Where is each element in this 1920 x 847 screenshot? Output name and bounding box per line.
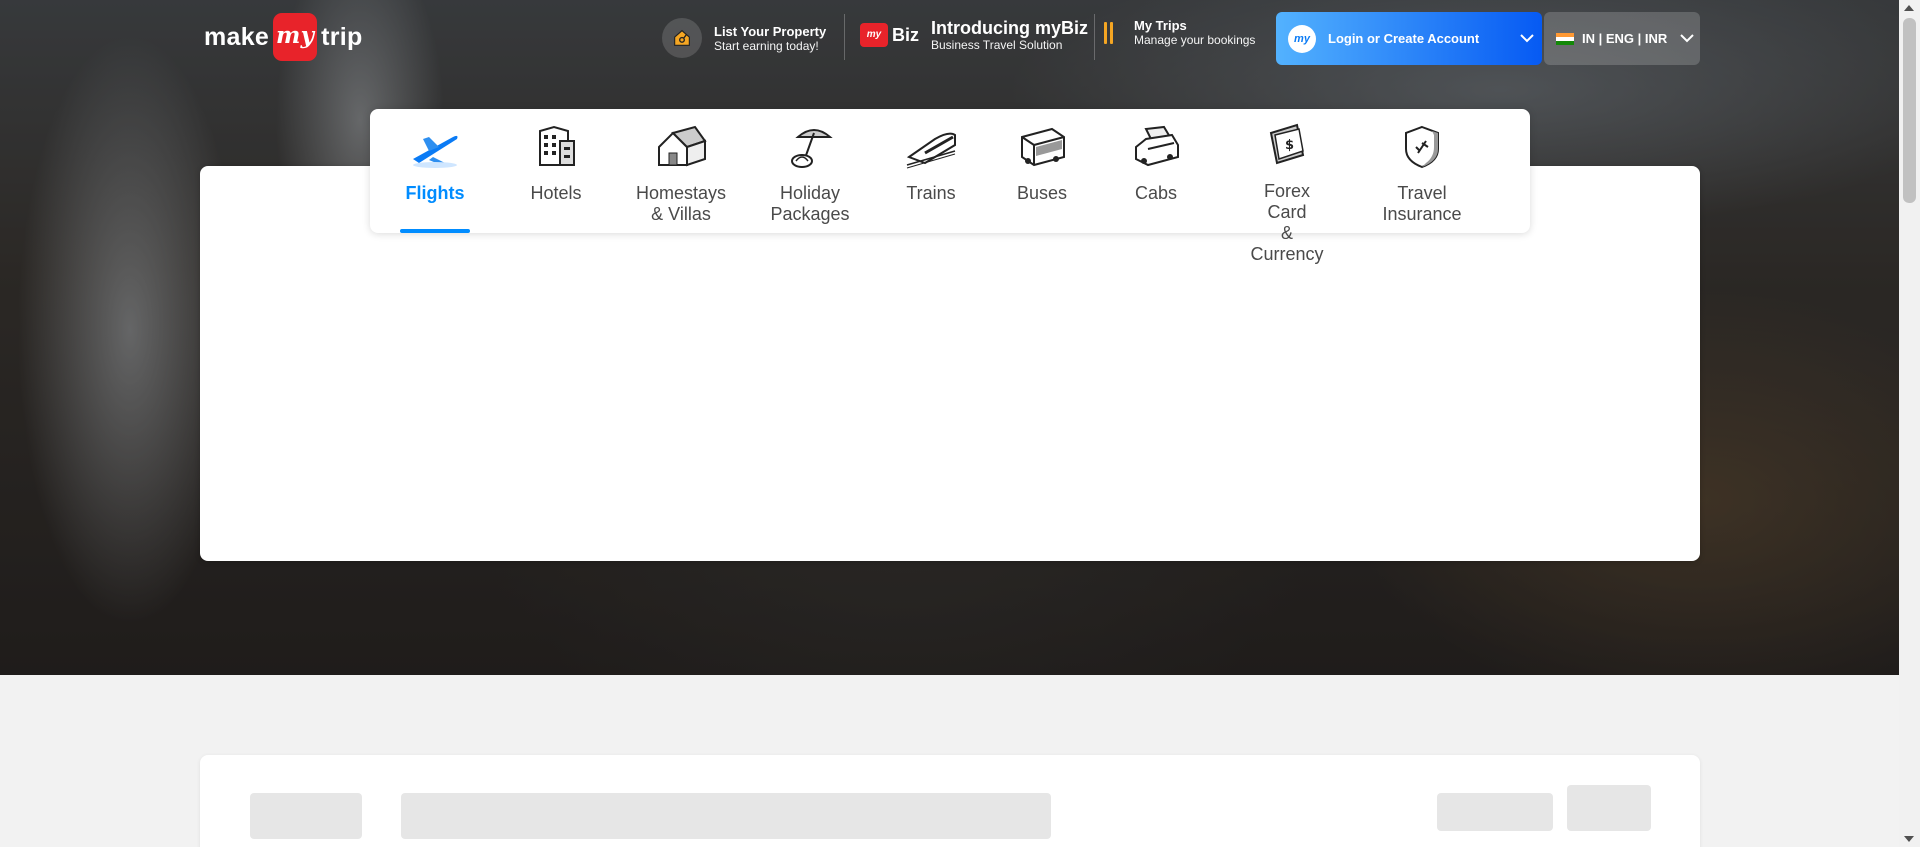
mybiz-bag-icon: my [860, 23, 888, 47]
tab-buses[interactable]: Buses [1014, 109, 1070, 233]
tab-forex-card-currency[interactable]: $ Forex Card & Currency [1242, 109, 1332, 264]
makemytrip-logo[interactable]: make my trip [204, 13, 363, 61]
tab-flights[interactable]: Flights [400, 109, 470, 233]
skeleton-block [1437, 793, 1553, 831]
tab-label: Trains [906, 183, 956, 203]
mmt-avatar-icon: my [1288, 24, 1316, 53]
header-divider [1094, 14, 1095, 60]
tab-holiday-packages[interactable]: Holiday Packages [770, 109, 850, 233]
skeleton-block [250, 793, 362, 839]
tab-label: Cabs [1134, 183, 1178, 203]
skeleton-block [1567, 785, 1651, 831]
tab-hotels[interactable]: Hotels [526, 109, 586, 233]
forex-icon: $ [1259, 121, 1315, 167]
scroll-down-arrow-icon[interactable] [1904, 836, 1914, 842]
locale-selector[interactable]: IN | ENG | INR [1544, 12, 1700, 65]
list-property-subtitle: Start earning today! [714, 38, 819, 53]
tab-homestays-villas[interactable]: Homestays & Villas [636, 109, 726, 233]
page-scrollbar[interactable] [1899, 0, 1920, 847]
homestay-icon [653, 121, 709, 169]
insurance-icon [1394, 121, 1450, 169]
tab-label: Travel Insurance [1382, 183, 1462, 224]
logo-text-trip: trip [321, 22, 363, 51]
house-tag-icon [662, 18, 702, 58]
mybiz-link[interactable]: my Biz Introducing myBiz Business Travel… [860, 18, 1088, 52]
list-property-title: List Your Property [714, 23, 827, 39]
tab-cabs[interactable]: Cabs [1128, 109, 1184, 233]
login-label: Login or Create Account [1328, 31, 1480, 46]
offers-card-placeholder [200, 755, 1700, 847]
scroll-up-arrow-icon[interactable] [1904, 5, 1914, 11]
cab-icon [1128, 121, 1184, 169]
tab-label: Flights [405, 183, 465, 203]
tab-label: Holiday Packages [770, 183, 850, 224]
header-divider [844, 14, 845, 60]
mybiz-logo: my Biz [860, 23, 919, 47]
tab-label: Hotels [530, 183, 582, 203]
suitcase-icon [1104, 21, 1120, 44]
india-flag-icon [1556, 32, 1574, 45]
mybiz-badge-text: Biz [892, 24, 919, 45]
svg-text:$: $ [1285, 138, 1294, 153]
tab-label: Forex Card & Currency [1250, 181, 1324, 264]
skeleton-block [401, 793, 1051, 839]
logo-my-badge: my [273, 13, 318, 61]
mybiz-subtitle: Business Travel Solution [931, 38, 1063, 52]
scrollbar-thumb[interactable] [1903, 18, 1916, 203]
login-create-account-button[interactable]: my Login or Create Account [1276, 12, 1542, 65]
tab-travel-insurance[interactable]: Travel Insurance [1382, 109, 1462, 233]
chevron-down-icon [1674, 32, 1700, 46]
product-nav: Flights Hotels Homestays & Villas Holida… [370, 109, 1530, 264]
list-property-link[interactable]: List Your Property Start earning today! [662, 18, 826, 58]
my-trips-subtitle: Manage your bookings [1134, 33, 1256, 47]
logo-text-make: make [204, 22, 270, 51]
my-trips-link[interactable]: My Trips Manage your bookings [1104, 18, 1255, 47]
mybiz-title: Introducing myBiz [931, 18, 1088, 38]
tab-label: Buses [1016, 183, 1068, 203]
holiday-icon [782, 121, 838, 169]
flight-icon [407, 121, 463, 169]
my-trips-title: My Trips [1134, 18, 1187, 33]
tab-trains[interactable]: Trains [898, 109, 964, 233]
locale-label: IN | ENG | INR [1582, 31, 1668, 46]
hotel-icon [528, 121, 584, 169]
chevron-down-icon [1512, 32, 1542, 46]
tab-label: Homestays & Villas [635, 183, 727, 224]
train-icon [903, 121, 959, 169]
bus-icon [1014, 121, 1070, 169]
